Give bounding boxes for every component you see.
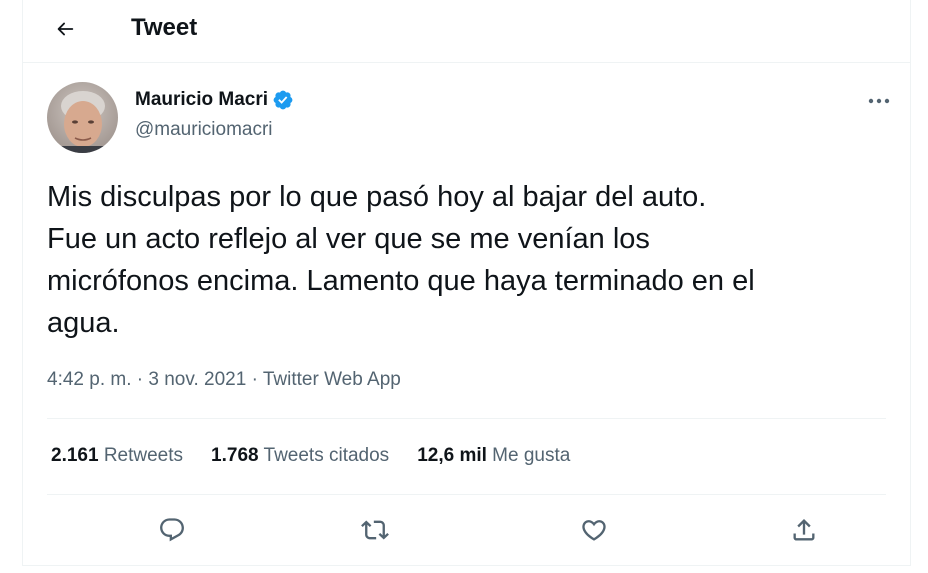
tweet-page: Tweet Mauricio Macri @mauriciomacri Mis … bbox=[22, 0, 911, 566]
share-icon bbox=[790, 516, 818, 544]
author-name-row[interactable]: Mauricio Macri bbox=[135, 88, 294, 112]
like-button[interactable] bbox=[572, 508, 616, 552]
divider bbox=[47, 494, 886, 495]
back-button[interactable] bbox=[47, 11, 83, 47]
tweet-actions bbox=[47, 508, 886, 554]
tweet-date[interactable]: 3 nov. 2021 bbox=[148, 369, 246, 390]
page-header: Tweet bbox=[23, 0, 910, 63]
author-name[interactable]: Mauricio Macri bbox=[135, 88, 268, 112]
meta-separator: · bbox=[131, 369, 149, 390]
verified-badge-icon bbox=[272, 89, 294, 111]
author-handle[interactable]: @mauriciomacri bbox=[135, 118, 273, 142]
retweets-count: 2.161 bbox=[51, 445, 99, 466]
retweets-label: Retweets bbox=[98, 445, 184, 466]
tweet-meta: 4:42 p. m. · 3 nov. 2021 · Twitter Web A… bbox=[47, 368, 401, 392]
quotes-stat[interactable]: 1.768 Tweets citados bbox=[211, 444, 389, 468]
tweet-text: Mis disculpas por lo que pasó hoy al baj… bbox=[47, 181, 755, 339]
tweet-source[interactable]: Twitter Web App bbox=[263, 369, 401, 390]
likes-label: Me gusta bbox=[486, 445, 571, 466]
avatar[interactable] bbox=[47, 82, 118, 153]
divider bbox=[47, 418, 886, 419]
arrow-left-icon bbox=[54, 18, 76, 40]
more-horizontal-icon bbox=[867, 97, 891, 105]
likes-count: 12,6 mil bbox=[417, 445, 487, 466]
tweet-stats: 2.161 Retweets 1.768 Tweets citados 12,6… bbox=[51, 444, 598, 468]
reply-button[interactable] bbox=[150, 508, 194, 552]
page-title: Tweet bbox=[131, 14, 198, 41]
retweet-icon bbox=[361, 516, 389, 544]
reply-icon bbox=[158, 516, 186, 544]
meta-separator: · bbox=[246, 369, 263, 390]
quotes-label: Tweets citados bbox=[258, 445, 390, 466]
more-options-button[interactable] bbox=[864, 88, 894, 114]
heart-icon bbox=[580, 516, 608, 544]
tweet-time[interactable]: 4:42 p. m. bbox=[47, 369, 132, 390]
retweets-stat[interactable]: 2.161 Retweets bbox=[51, 444, 183, 468]
retweet-button[interactable] bbox=[353, 508, 397, 552]
quotes-count: 1.768 bbox=[211, 445, 259, 466]
likes-stat[interactable]: 12,6 mil Me gusta bbox=[417, 444, 570, 468]
share-button[interactable] bbox=[782, 508, 826, 552]
